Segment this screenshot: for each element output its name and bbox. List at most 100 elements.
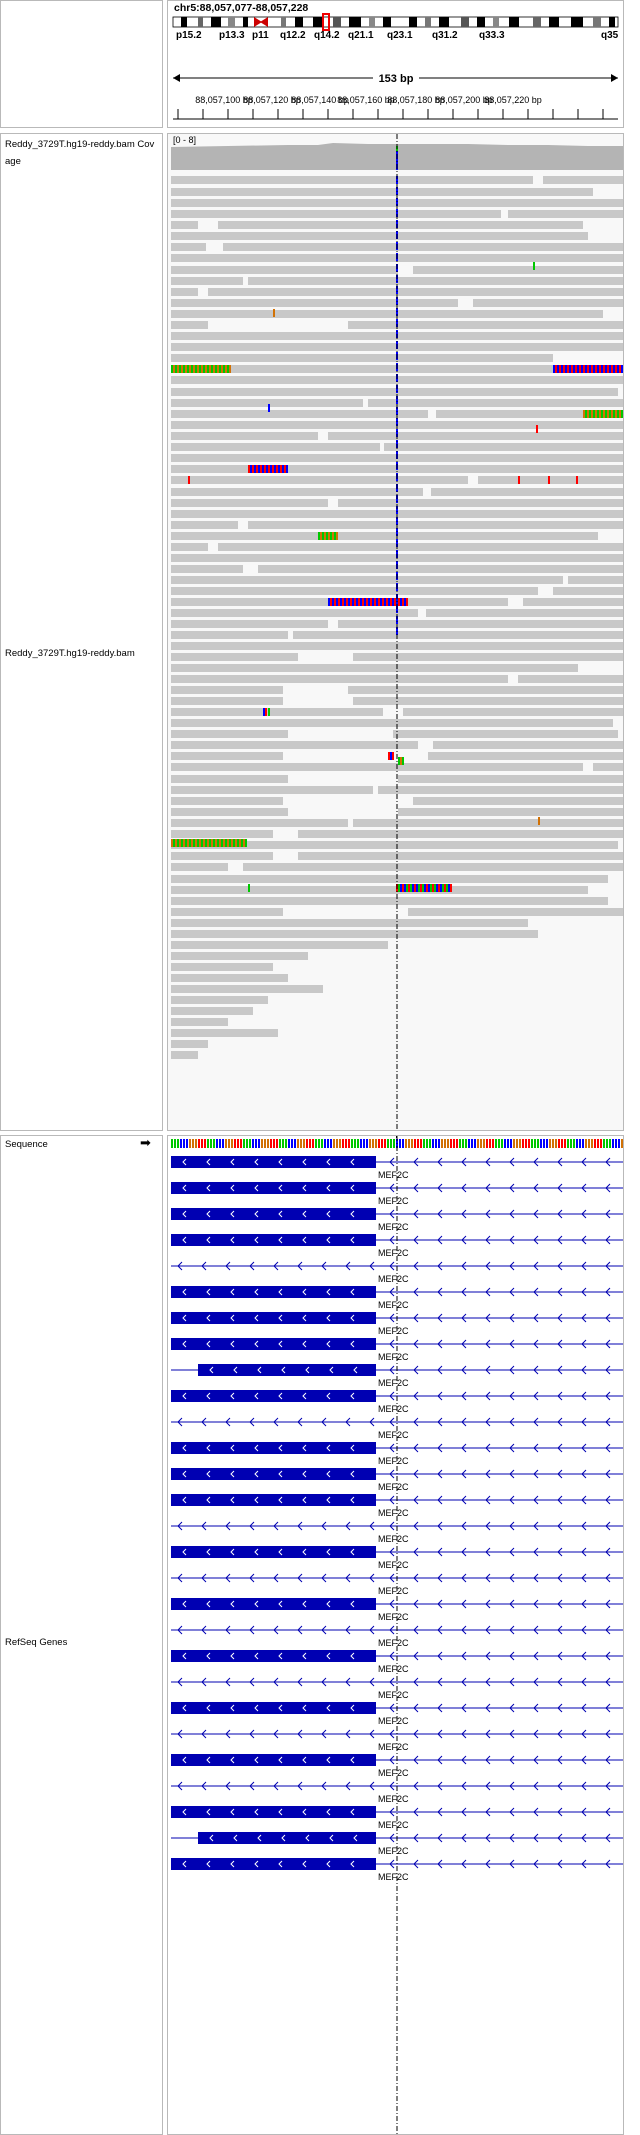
read[interactable]: [171, 897, 608, 905]
read[interactable]: [171, 719, 613, 727]
read[interactable]: [248, 521, 623, 529]
gene-exon[interactable]: [171, 1286, 376, 1298]
read[interactable]: [398, 775, 623, 783]
read[interactable]: [171, 1007, 253, 1015]
gene-exon[interactable]: [171, 1442, 376, 1454]
gene-exon[interactable]: [171, 1650, 376, 1662]
read[interactable]: [171, 476, 468, 484]
gene-exon[interactable]: [171, 1494, 376, 1506]
read[interactable]: [553, 587, 623, 595]
gene-exon[interactable]: [171, 1390, 376, 1402]
read[interactable]: [171, 521, 238, 529]
strand-arrow-icon[interactable]: ➡: [140, 1135, 151, 1151]
read[interactable]: [218, 543, 623, 551]
read[interactable]: [171, 532, 598, 540]
read[interactable]: [398, 808, 623, 816]
read[interactable]: [171, 653, 298, 661]
read[interactable]: [171, 1040, 208, 1048]
read[interactable]: [171, 763, 583, 771]
gene-exon[interactable]: [171, 1182, 376, 1194]
read[interactable]: [258, 565, 623, 573]
read[interactable]: [518, 675, 623, 683]
read[interactable]: [171, 631, 288, 639]
read[interactable]: [593, 763, 623, 771]
read[interactable]: [171, 399, 363, 407]
read[interactable]: [171, 952, 308, 960]
read[interactable]: [568, 576, 623, 584]
gene-exon[interactable]: [171, 1598, 376, 1610]
read[interactable]: [384, 443, 623, 451]
read[interactable]: [298, 830, 623, 838]
read[interactable]: [458, 841, 473, 849]
gene-exon[interactable]: [198, 1364, 376, 1376]
read[interactable]: [543, 176, 623, 184]
gene-exon[interactable]: [171, 1156, 376, 1168]
read[interactable]: [171, 741, 418, 749]
read[interactable]: [171, 210, 501, 218]
read[interactable]: [171, 1029, 278, 1037]
gene-exon[interactable]: [171, 1702, 376, 1714]
read[interactable]: [171, 299, 458, 307]
refseq-track-name[interactable]: RefSeq Genes: [5, 1637, 67, 1648]
read[interactable]: [171, 908, 283, 916]
read[interactable]: [171, 919, 528, 927]
coverage-track-name-line1[interactable]: Reddy_3729T.hg19-reddy.bam Cov: [5, 139, 154, 150]
read[interactable]: [523, 598, 623, 606]
read[interactable]: [368, 399, 623, 407]
read[interactable]: [171, 852, 273, 860]
read[interactable]: [171, 354, 553, 362]
read[interactable]: [473, 299, 623, 307]
read[interactable]: [171, 565, 243, 573]
read[interactable]: [171, 819, 348, 827]
read[interactable]: [171, 321, 208, 329]
read[interactable]: [248, 277, 623, 285]
read[interactable]: [338, 499, 623, 507]
read[interactable]: [171, 752, 283, 760]
read[interactable]: [171, 775, 288, 783]
read[interactable]: [171, 675, 508, 683]
read[interactable]: [171, 930, 538, 938]
read[interactable]: [171, 664, 578, 672]
read[interactable]: [171, 310, 603, 318]
read[interactable]: [171, 875, 608, 883]
read[interactable]: [378, 786, 623, 794]
read[interactable]: [171, 499, 328, 507]
gene-exon[interactable]: [171, 1858, 376, 1870]
read[interactable]: [171, 708, 383, 716]
read[interactable]: [171, 443, 380, 451]
gene-exon[interactable]: [171, 1338, 376, 1350]
read[interactable]: [353, 697, 623, 705]
alignment-track-name[interactable]: Reddy_3729T.hg19-reddy.bam: [5, 648, 135, 659]
gene-exon[interactable]: [171, 1468, 376, 1480]
read[interactable]: [243, 863, 623, 871]
read[interactable]: [171, 188, 593, 196]
read[interactable]: [298, 852, 623, 860]
read[interactable]: [413, 797, 623, 805]
read[interactable]: [353, 653, 623, 661]
ideogram-svg[interactable]: p15.2 p13.3 p11 q12.2 q14.2 q21.1 q23.1 q31.2 q3…: [168, 1, 623, 121]
read[interactable]: [171, 576, 563, 584]
read[interactable]: [218, 221, 583, 229]
read[interactable]: [171, 985, 323, 993]
read[interactable]: [171, 543, 208, 551]
read[interactable]: [338, 620, 623, 628]
read[interactable]: [353, 819, 623, 827]
gene-exon[interactable]: [171, 1754, 376, 1766]
read[interactable]: [408, 908, 623, 916]
read[interactable]: [171, 410, 428, 418]
read[interactable]: [171, 797, 283, 805]
read[interactable]: [348, 686, 623, 694]
gene-exon[interactable]: [171, 1234, 376, 1246]
read[interactable]: [171, 388, 618, 396]
read[interactable]: [171, 863, 228, 871]
read[interactable]: [171, 488, 423, 496]
read[interactable]: [171, 941, 388, 949]
read[interactable]: [393, 730, 618, 738]
read[interactable]: [171, 963, 273, 971]
read[interactable]: [171, 609, 418, 617]
read[interactable]: [171, 232, 588, 240]
read[interactable]: [328, 432, 623, 440]
read[interactable]: [223, 243, 623, 251]
read[interactable]: [171, 886, 588, 894]
read[interactable]: [171, 730, 288, 738]
